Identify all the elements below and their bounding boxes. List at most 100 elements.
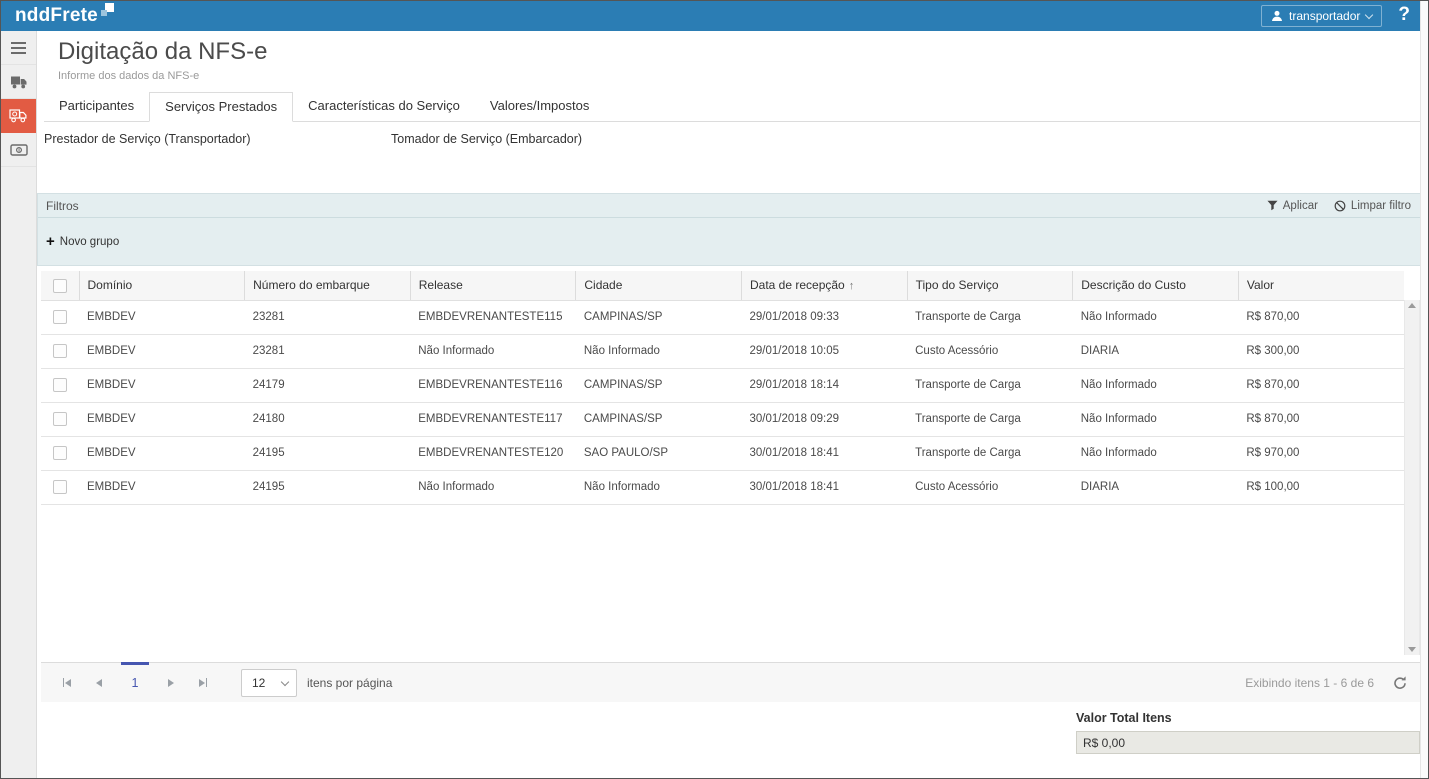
table-cell: Transporte de Carga [907,300,1073,334]
table-cell: R$ 970,00 [1238,436,1404,470]
last-page-icon [199,679,205,687]
active-page-indicator [121,662,149,665]
user-menu-label: transportador [1289,9,1360,23]
table-cell: 24195 [245,470,411,504]
help-button[interactable]: ? [1396,4,1418,28]
previous-page-button[interactable] [83,663,115,703]
page-subtitle: Informe dos dados da NFS-e [58,70,1428,83]
main-content: Digitação da NFS-e Informe dos dados da … [37,31,1428,779]
table-row[interactable]: EMBDEV23281Não InformadoNão Informado29/… [41,334,1404,368]
table-cell: 23281 [245,334,411,368]
row-checkbox-cell [41,300,79,334]
row-checkbox-cell [41,436,79,470]
table-cell: 24180 [245,402,411,436]
column-header[interactable]: Tipo do Serviço [907,271,1073,300]
table-cell: Não Informado [1073,402,1239,436]
filters-title: Filtros [46,199,79,213]
pager-right: Exibindo itens 1 - 6 de 6 [1245,675,1408,691]
new-group-label: Novo grupo [60,236,119,248]
sidebar-item-transport[interactable] [1,65,36,99]
table-cell: EMBDEV [79,368,245,402]
tab-servicos-prestados[interactable]: Serviços Prestados [149,92,293,122]
table-row[interactable]: EMBDEV23281EMBDEVRENANTESTE115CAMPINAS/S… [41,300,1404,334]
table-cell: Custo Acessório [907,470,1073,504]
column-header[interactable]: Release [410,271,576,300]
column-header[interactable]: Data de recepção↑ [742,271,908,300]
first-page-button[interactable] [51,663,83,703]
column-header[interactable]: Domínio [79,271,245,300]
tab-participantes[interactable]: Participantes [44,92,149,121]
select-all-checkbox[interactable] [53,279,67,293]
sidebar-item-money[interactable] [1,133,36,167]
app-logo-text: nddFrete [15,3,98,29]
table-cell: Transporte de Carga [907,436,1073,470]
chevron-down-icon [1365,10,1373,18]
table-cell: Não Informado [410,334,576,368]
filters-body: + Novo grupo [38,218,1423,265]
row-checkbox[interactable] [53,412,67,426]
apply-filter-button[interactable]: Aplicar [1267,200,1318,212]
table-cell: 29/01/2018 18:14 [742,368,908,402]
table-row[interactable]: EMBDEV24195EMBDEVRENANTESTE120SAO PAULO/… [41,436,1404,470]
row-checkbox[interactable] [53,344,67,358]
scroll-down-icon[interactable] [1408,647,1416,652]
vertical-scrollbar[interactable] [1404,300,1420,655]
participants-section: Prestador de Serviço (Transportador) Tom… [37,122,1428,146]
menu-icon [11,42,26,54]
last-page-button[interactable] [187,663,219,703]
money-icon [10,144,28,156]
clear-filter-button[interactable]: Limpar filtro [1334,200,1411,212]
grid-empty-area [41,505,1404,655]
column-header[interactable]: Valor [1238,271,1404,300]
page-number-label: 1 [132,676,139,690]
totals-section: Valor Total Itens [37,711,1428,754]
user-menu-button[interactable]: transportador [1261,5,1382,27]
table-cell: 24179 [245,368,411,402]
next-page-button[interactable] [155,663,187,703]
refresh-button[interactable] [1392,675,1408,691]
table-cell: R$ 300,00 [1238,334,1404,368]
tab-caracteristicas-do-servico[interactable]: Características do Serviço [293,92,475,121]
total-items-input[interactable] [1076,731,1420,754]
table-row[interactable]: EMBDEV24195Não InformadoNão Informado30/… [41,470,1404,504]
column-header[interactable]: Número do embarque [245,271,411,300]
scroll-up-icon[interactable] [1408,303,1416,308]
table-cell: CAMPINAS/SP [576,402,742,436]
table-row[interactable]: EMBDEV24179EMBDEVRENANTESTE116CAMPINAS/S… [41,368,1404,402]
page-number-button[interactable]: 1 [115,663,155,703]
row-checkbox[interactable] [53,310,67,324]
page-size-value: 12 [252,676,265,690]
grid-zone: DomínioNúmero do embarqueReleaseCidadeDa… [41,271,1404,655]
table-cell: R$ 870,00 [1238,300,1404,334]
page-size-dropdown[interactable]: 12 [241,669,297,697]
table-cell: DIARIA [1073,334,1239,368]
logo-squares-icon [100,3,114,21]
column-header[interactable]: Descrição do Custo [1073,271,1239,300]
sort-asc-arrow-icon: ↑ [849,280,855,292]
row-checkbox[interactable] [53,480,67,494]
table-cell: 30/01/2018 18:41 [742,436,908,470]
table-body: EMBDEV23281EMBDEVRENANTESTE115CAMPINAS/S… [41,300,1404,504]
select-all-header[interactable] [41,271,79,300]
filters-panel: Filtros Aplicar Limpar filtro [37,193,1424,266]
row-checkbox[interactable] [53,378,67,392]
truck-icon [10,75,28,89]
row-checkbox-cell [41,334,79,368]
pagination-bar: 1 12 itens por página Exibindo itens 1 -… [41,662,1420,702]
table-row[interactable]: EMBDEV24180EMBDEVRENANTESTE117CAMPINAS/S… [41,402,1404,436]
grid-area: DomínioNúmero do embarqueReleaseCidadeDa… [41,271,1420,655]
column-header[interactable]: Cidade [576,271,742,300]
new-group-button[interactable]: + Novo grupo [46,236,119,248]
table-cell: 24195 [245,436,411,470]
sidebar-item-menu[interactable] [1,31,36,65]
app-logo[interactable]: nddFrete [15,3,114,29]
top-bar: nddFrete transportador ? [1,1,1428,31]
tab-valores-impostos[interactable]: Valores/Impostos [475,92,604,121]
table-cell: Não Informado [576,334,742,368]
sidebar-item-freight-entry[interactable] [1,99,36,133]
table-cell: R$ 100,00 [1238,470,1404,504]
table-cell: SAO PAULO/SP [576,436,742,470]
row-checkbox[interactable] [53,446,67,460]
refresh-icon [1392,675,1408,691]
next-page-icon [168,679,174,687]
